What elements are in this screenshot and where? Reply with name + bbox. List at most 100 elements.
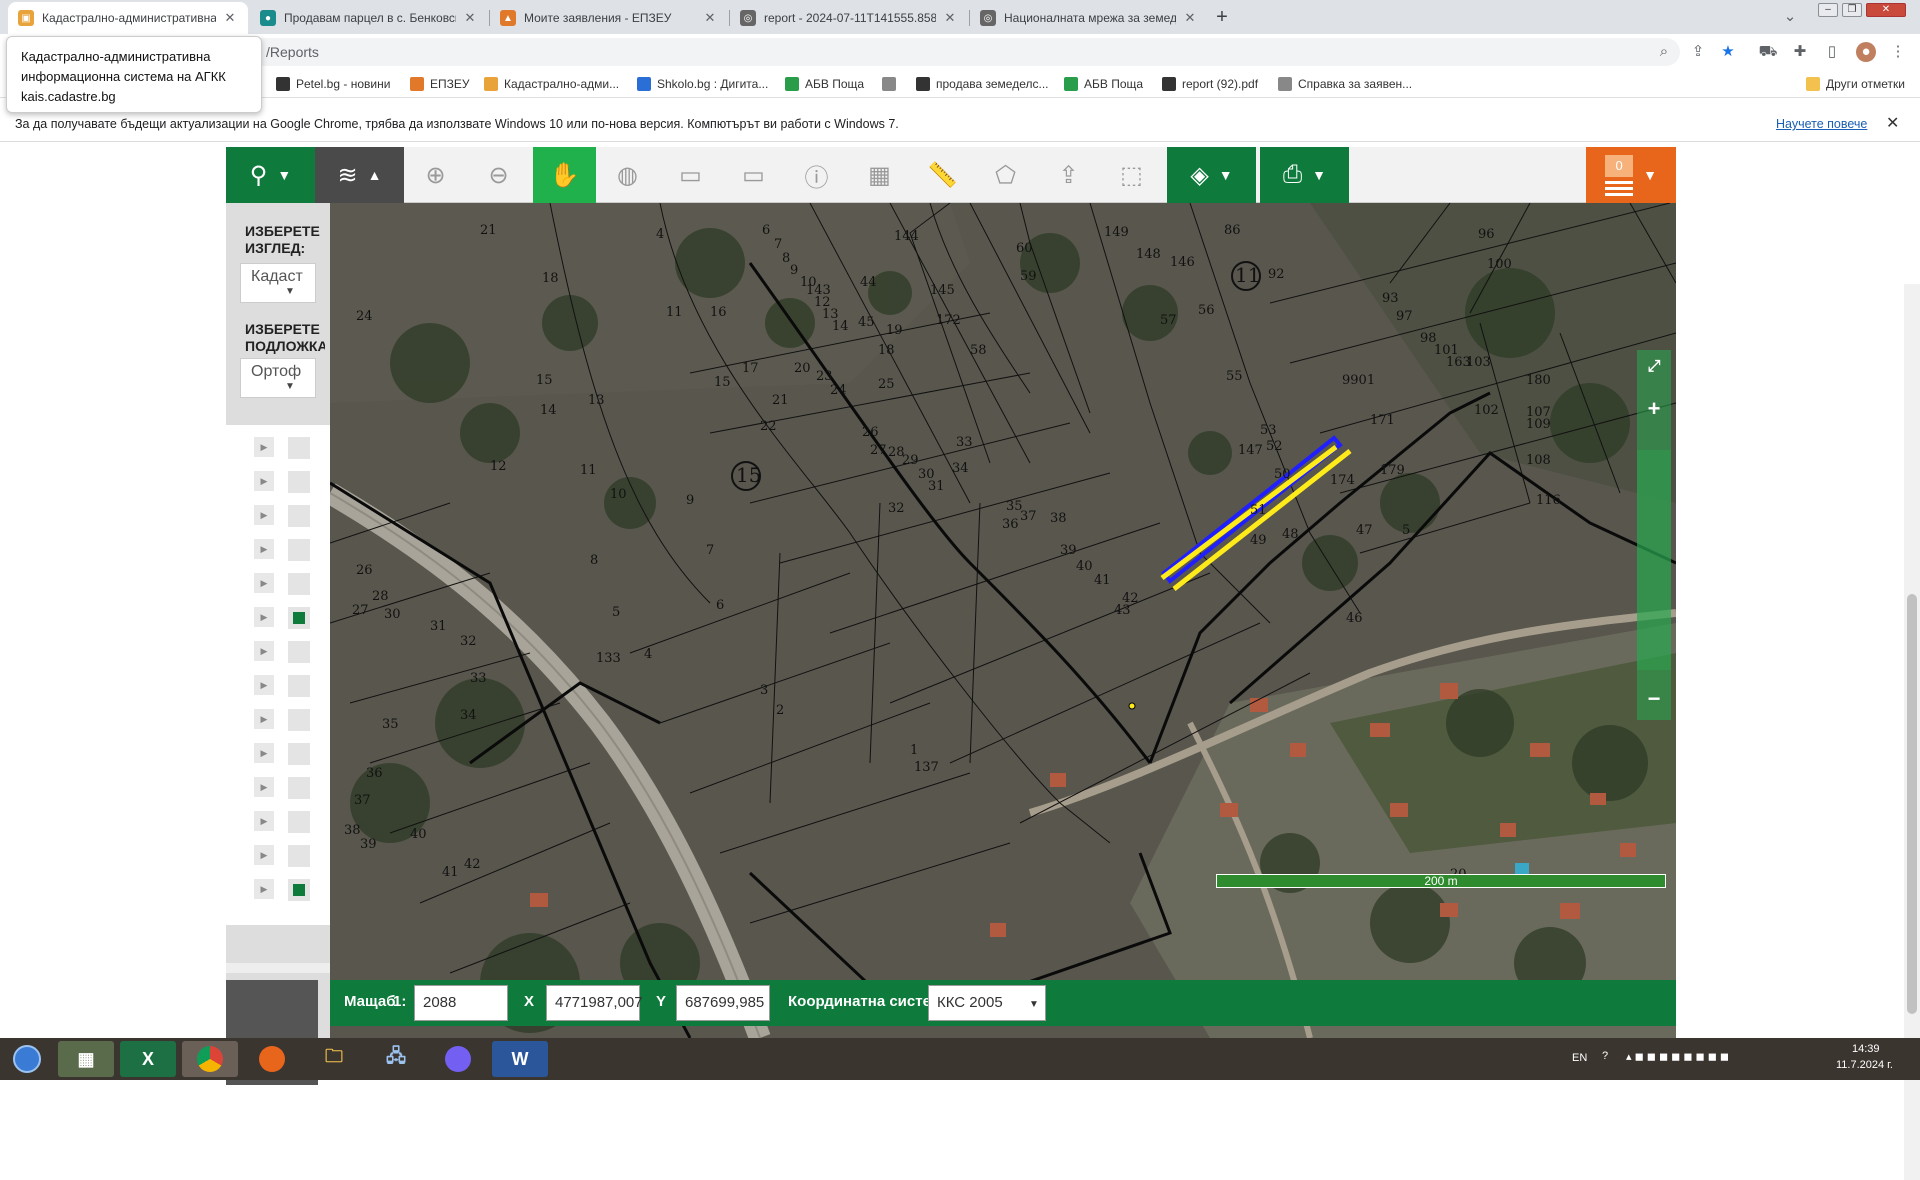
layer-row[interactable]: ▶ (254, 775, 324, 799)
address-bar[interactable]: /Reports (250, 38, 1680, 66)
next-extent-button[interactable]: ▭ (659, 147, 722, 203)
new-tab-button[interactable]: + (1210, 6, 1234, 30)
zoom-icon[interactable]: ⌕ (1654, 42, 1674, 62)
share-icon[interactable]: ⇪ (1688, 42, 1708, 62)
close-tab-icon[interactable]: ✕ (942, 10, 958, 26)
expand-triangle-icon[interactable]: ▶ (254, 777, 274, 797)
layer-checkbox[interactable] (288, 471, 310, 493)
x-coordinate-input[interactable]: 4771987,007 (546, 985, 643, 1021)
layer-checkbox[interactable] (288, 743, 310, 765)
layer-row[interactable]: ▶ (254, 571, 324, 595)
layer-row[interactable]: ▶ (254, 843, 324, 867)
taskbar-app-firefox[interactable] (244, 1041, 300, 1077)
zoom-in-button[interactable]: ⊕ (404, 147, 467, 203)
clock-date[interactable]: 11.7.2024 г. (1836, 1059, 1893, 1071)
view-select[interactable]: Кадаст ▼ (240, 263, 316, 303)
expand-triangle-icon[interactable]: ▶ (254, 539, 274, 559)
crs-select[interactable]: ККС 2005 ▼ (928, 985, 1046, 1021)
layer-checkbox[interactable] (288, 539, 310, 561)
bookmark-star-icon[interactable]: ★ (1718, 42, 1738, 62)
scale-input[interactable]: 2088 (414, 985, 508, 1021)
zoom-slider[interactable] (1637, 450, 1671, 670)
expand-triangle-icon[interactable]: ▶ (254, 675, 274, 695)
close-tab-icon[interactable]: ✕ (1182, 10, 1198, 26)
bookmark-item[interactable]: Кадастрално-адми... (484, 75, 619, 93)
measure-distance-button[interactable]: 📏 (911, 147, 974, 203)
close-tab-icon[interactable]: ✕ (222, 10, 238, 26)
layer-checkbox[interactable] (288, 437, 310, 459)
profile-avatar-icon[interactable]: ● (1856, 42, 1876, 62)
tab-kais[interactable]: ▣ Кадастрално-административна ✕ (8, 2, 248, 34)
bookmark-item[interactable]: АБВ Поща (785, 75, 864, 93)
bookmark-item[interactable]: ЕПЗЕУ (410, 75, 470, 93)
bookmark-item[interactable]: АБВ Поща (1064, 75, 1143, 93)
maximize-button[interactable]: ❐ (1842, 3, 1862, 17)
scrollbar-thumb[interactable] (1907, 594, 1917, 1014)
layer-row[interactable]: ▶ (254, 435, 324, 459)
layer-checkbox[interactable] (288, 777, 310, 799)
layer-row[interactable]: ▶ (254, 537, 324, 561)
full-extent-button[interactable]: ◍ (596, 147, 659, 203)
layer-row[interactable]: ▶ (254, 605, 324, 629)
other-bookmarks[interactable]: Други отметки (1806, 75, 1905, 93)
tab-report[interactable]: ◎ report - 2024-07-11T141555.858 ✕ (730, 2, 968, 34)
expand-triangle-icon[interactable]: ▶ (254, 437, 274, 457)
layer-checkbox[interactable] (288, 641, 310, 663)
layer-row[interactable]: ▶ (254, 707, 324, 731)
layer-row[interactable]: ▶ (254, 877, 324, 901)
taskbar-app-viber[interactable] (430, 1041, 486, 1077)
tab-epzeu[interactable]: ▲ Моите заявления - ЕПЗЕУ ✕ (490, 2, 728, 34)
bookmark-item[interactable]: report (92).pdf (1162, 75, 1258, 93)
expand-triangle-icon[interactable]: ▶ (254, 505, 274, 525)
layer-checkbox[interactable] (288, 573, 310, 595)
taskbar-app-chrome[interactable] (182, 1041, 238, 1077)
tray-icons[interactable]: ▴ ◼ ◼ ◼ ◼ ◼ ◼ ◼ ◼ (1626, 1050, 1729, 1063)
close-tab-icon[interactable]: ✕ (462, 10, 478, 26)
cart-icon[interactable]: ⛟ (1758, 42, 1778, 62)
minimize-button[interactable]: – (1818, 3, 1838, 17)
layers-button[interactable]: ≋ ▲ (315, 147, 404, 203)
tab-network[interactable]: ◎ Националната мрежа за земед ✕ (970, 2, 1208, 34)
print-button[interactable]: ⎙ ▼ (1260, 147, 1349, 203)
bookmark-item[interactable]: продава земеделс... (916, 75, 1049, 93)
y-coordinate-input[interactable]: 687699,985 (676, 985, 770, 1021)
results-button[interactable]: 0 ▼ (1586, 147, 1676, 203)
measure-area-button[interactable]: ⬠ (974, 147, 1037, 203)
layer-row[interactable]: ▶ (254, 469, 324, 493)
upload-button[interactable]: ⇪ (1037, 147, 1100, 203)
prev-extent-button[interactable]: ▭ (722, 147, 785, 203)
expand-triangle-icon[interactable]: ▶ (254, 607, 274, 627)
search-button[interactable]: ⚲ ▼ (226, 147, 315, 203)
extensions-icon[interactable]: ✚ (1790, 42, 1810, 62)
close-infobar-icon[interactable]: ✕ (1886, 113, 1899, 133)
layer-checkbox[interactable] (288, 505, 310, 527)
expand-triangle-icon[interactable]: ▶ (254, 471, 274, 491)
expand-triangle-icon[interactable]: ▶ (254, 641, 274, 661)
bookmark-item[interactable]: Petel.bg - новини (276, 75, 390, 93)
zoom-out-button[interactable]: − (1637, 682, 1671, 716)
layer-checkbox[interactable] (288, 845, 310, 867)
close-tab-icon[interactable]: ✕ (702, 10, 718, 26)
learn-more-link[interactable]: Научете повече (1776, 117, 1867, 131)
side-panel-icon[interactable]: ▯ (1822, 42, 1842, 62)
clock-time[interactable]: 14:39 (1852, 1043, 1880, 1055)
layer-row[interactable]: ▶ (254, 639, 324, 663)
layer-row[interactable]: ▶ (254, 673, 324, 697)
taskbar-app-excel[interactable]: X (120, 1041, 176, 1077)
layer-checkbox[interactable] (288, 709, 310, 731)
base-layer-select[interactable]: Ортоф ▼ (240, 358, 316, 398)
layer-checkbox[interactable] (288, 879, 310, 901)
bookmark-item[interactable]: Справка за заявен... (1278, 75, 1412, 93)
layer-list-scrollbar[interactable] (226, 963, 330, 973)
bookmark-item[interactable]: Shkolo.bg : Дигита... (637, 75, 768, 93)
table-tool-button[interactable]: ▦ (848, 147, 911, 203)
expand-triangle-icon[interactable]: ▶ (254, 709, 274, 729)
layer-checkbox[interactable] (288, 811, 310, 833)
zoom-out-button[interactable]: ⊖ (467, 147, 530, 203)
help-icon[interactable]: ? (1602, 1050, 1608, 1062)
taskbar-app-word[interactable]: W (492, 1041, 548, 1077)
layer-row[interactable]: ▶ (254, 741, 324, 765)
expand-triangle-icon[interactable]: ▶ (254, 811, 274, 831)
layer-checkbox[interactable] (288, 675, 310, 697)
layer-info-button[interactable]: ◈ ▼ (1167, 147, 1256, 203)
